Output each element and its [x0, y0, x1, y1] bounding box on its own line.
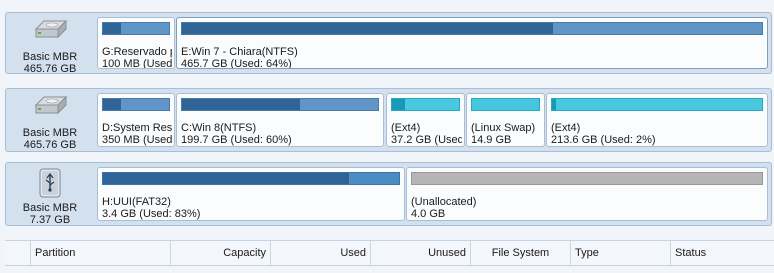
column-header-type[interactable]: Type [571, 241, 671, 265]
usage-bar [471, 98, 540, 111]
partition-ext4-large[interactable]: (Ext4) 213.6 GB (Used: 2%) [546, 93, 768, 147]
usage-bar-fill [103, 173, 349, 184]
column-header-used[interactable]: Used [271, 241, 371, 265]
partition-linux-swap[interactable]: (Linux Swap) 14.9 GB [466, 93, 545, 147]
usage-bar [391, 98, 460, 111]
partition-detail: 37.2 GB (Used [391, 134, 462, 146]
column-blank[interactable] [5, 241, 31, 265]
column-header-capacity[interactable]: Capacity [171, 241, 271, 265]
usage-bar-fill [103, 23, 121, 34]
disk-info[interactable]: Basic MBR 465.76 GB [6, 13, 94, 75]
partition-detail: 14.9 GB [471, 134, 512, 146]
disk-type-label: Basic MBR [22, 127, 78, 139]
disk-type-label: Basic MBR [22, 202, 78, 214]
partition-e[interactable]: E:Win 7 - Chiara(NTFS) 465.7 GB (Used: 6… [176, 17, 768, 69]
usage-bar [102, 22, 170, 35]
column-header-file-system[interactable]: File System [471, 241, 571, 265]
disk-size-label: 7.37 GB [29, 214, 71, 226]
usage-bar [181, 98, 379, 111]
usage-bar [102, 98, 170, 111]
usage-bar [102, 172, 400, 185]
partition-c[interactable]: C:Win 8(NTFS) 199.7 GB (Used: 60%) [176, 93, 384, 147]
column-header-partition[interactable]: Partition [31, 241, 171, 265]
disk-row-3[interactable]: Basic MBR 7.37 GB H:UUI(FAT32) 3.4 GB (U… [5, 162, 772, 226]
usage-bar-fill [103, 99, 121, 110]
partition-detail: 3.4 GB (Used: 83%) [102, 208, 201, 220]
partition-detail: 465.7 GB (Used: 64%) [181, 58, 292, 69]
partition-detail: 100 MB (Used: [102, 58, 172, 69]
partition-detail: 4.0 GB [411, 208, 446, 220]
partition-g[interactable]: G:Reservado p 100 MB (Used: [97, 17, 175, 69]
disk-size-label: 465.76 GB [23, 63, 77, 75]
disk-info[interactable]: Basic MBR 465.76 GB [6, 89, 94, 151]
column-header-status[interactable]: Status [671, 241, 774, 265]
disk-type-label: Basic MBR [22, 51, 78, 63]
partition-ext4-small[interactable]: (Ext4) 37.2 GB (Used [386, 93, 465, 147]
hdd-icon [34, 19, 68, 39]
usage-bar-fill [392, 99, 406, 110]
usage-bar [551, 98, 763, 111]
disk-info[interactable]: Basic MBR 7.37 GB [6, 163, 94, 226]
partition-list-header: Partition Capacity Used Unused File Syst… [5, 240, 774, 266]
partition-detail: 199.7 GB (Used: 60%) [181, 134, 292, 146]
usage-bar [411, 172, 763, 185]
usb-drive-icon [39, 168, 61, 198]
hdd-icon [34, 95, 68, 115]
usage-bar [181, 22, 763, 35]
disk-row-2[interactable]: Basic MBR 465.76 GB D:System Rese 350 MB… [5, 88, 772, 152]
partition-unallocated[interactable]: (Unallocated) 4.0 GB [406, 167, 768, 221]
partition-detail: 213.6 GB (Used: 2%) [551, 134, 656, 146]
partition-h[interactable]: H:UUI(FAT32) 3.4 GB (Used: 83%) [97, 167, 405, 221]
usage-bar-fill [182, 99, 300, 110]
usage-bar-fill [552, 99, 557, 110]
usage-bar-fill [182, 23, 554, 34]
partition-detail: 350 MB (Used: [102, 134, 172, 146]
partition-d[interactable]: D:System Rese 350 MB (Used: [97, 93, 175, 147]
column-header-unused[interactable]: Unused [371, 241, 471, 265]
disk-size-label: 465.76 GB [23, 139, 77, 151]
disk-row-1[interactable]: Basic MBR 465.76 GB G:Reservado p 100 MB… [5, 12, 772, 75]
